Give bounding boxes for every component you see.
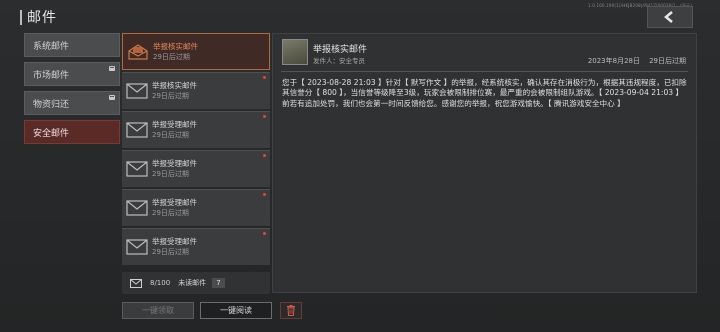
mail-expire: 29日后过期 — [153, 52, 190, 61]
mail-subject: 举报受理邮件 — [152, 120, 197, 129]
mail-count-icon — [130, 278, 142, 288]
title-accent-bar — [20, 9, 22, 25]
category-label: 物资归还 — [33, 99, 70, 110]
page-title: 邮件 — [27, 10, 57, 26]
mail-detail-panel: 举报核实邮件 发件人：安全专员 2023年8月28日 29日后过期 您于【 20… — [272, 33, 697, 293]
mail-expire: 29日后过期 — [152, 209, 189, 217]
envelope-open-icon — [128, 43, 148, 60]
mail-count: 8/100 — [150, 279, 171, 287]
detail-date: 2023年8月28日 — [587, 57, 640, 65]
envelope-icon — [126, 239, 148, 255]
mail-footer: 8/100 未读邮件 7 — [122, 272, 270, 294]
claim-all-button[interactable]: 一键领取 — [122, 302, 194, 319]
mail-subject: 举报核实邮件 — [153, 41, 198, 51]
mail-subject: 举报核实邮件 — [152, 81, 197, 90]
unread-dot — [263, 115, 266, 118]
envelope-icon — [126, 161, 148, 177]
mail-list: 举报核实邮件 29日后过期 举报核实邮件 29日后过期 举报受理邮件 29日后过… — [122, 33, 270, 271]
category-label: 市场邮件 — [33, 70, 70, 81]
back-arrow-icon — [664, 11, 673, 23]
mail-subject: 举报受理邮件 — [152, 159, 197, 168]
unread-dot — [263, 193, 266, 196]
unread-dot — [263, 232, 266, 235]
mail-item[interactable]: 举报核实邮件 29日后过期 — [122, 72, 270, 109]
detail-expire: 29日后过期 — [649, 57, 686, 65]
trash-icon — [287, 305, 295, 316]
unread-count-badge: 7 — [212, 278, 225, 288]
notification-icon — [109, 95, 115, 100]
category-system[interactable]: 系统邮件 — [24, 33, 120, 57]
mail-item[interactable]: 举报受理邮件 29日后过期 — [122, 150, 270, 187]
divider — [281, 71, 688, 72]
category-label: 安全邮件 — [33, 128, 70, 139]
mail-item[interactable]: 举报受理邮件 29日后过期 — [122, 228, 270, 265]
mail-item[interactable]: 举报受理邮件 29日后过期 — [122, 111, 270, 148]
unread-label: 未读邮件 — [178, 279, 207, 287]
category-market[interactable]: 市场邮件 — [24, 62, 120, 86]
category-security[interactable]: 安全邮件 — [24, 120, 120, 144]
read-all-button[interactable]: 一键阅读 — [200, 302, 272, 319]
category-list: 系统邮件 市场邮件 物资归还 安全邮件 — [24, 33, 120, 149]
mail-item[interactable]: 举报受理邮件 29日后过期 — [122, 189, 270, 226]
header: 邮件 — [20, 7, 57, 27]
sender-avatar — [282, 39, 308, 65]
back-button[interactable] — [647, 6, 693, 28]
mail-expire: 29日后过期 — [152, 248, 189, 256]
delete-button[interactable] — [280, 302, 302, 319]
mail-expire: 29日后过期 — [152, 131, 189, 139]
category-supply-return[interactable]: 物资归还 — [24, 91, 120, 115]
mail-expire: 29日后过期 — [152, 170, 189, 178]
unread-dot — [263, 154, 266, 157]
detail-body: 您于【 2023-08-28 21:03 】针对【 默写作文 】的举报，经系统核… — [282, 78, 687, 108]
envelope-icon — [126, 83, 148, 99]
notification-icon — [109, 66, 115, 71]
mail-subject: 举报受理邮件 — [152, 237, 197, 246]
envelope-icon — [126, 122, 148, 138]
mail-item[interactable]: 举报核实邮件 29日后过期 — [122, 33, 270, 70]
mail-subject: 举报受理邮件 — [152, 198, 197, 207]
unread-dot — [263, 76, 266, 79]
envelope-icon — [126, 200, 148, 216]
detail-sender: 发件人：安全专员 — [313, 57, 365, 65]
detail-subject: 举报核实邮件 — [313, 45, 368, 55]
mail-expire: 29日后过期 — [152, 92, 189, 100]
category-label: 系统邮件 — [33, 41, 70, 52]
